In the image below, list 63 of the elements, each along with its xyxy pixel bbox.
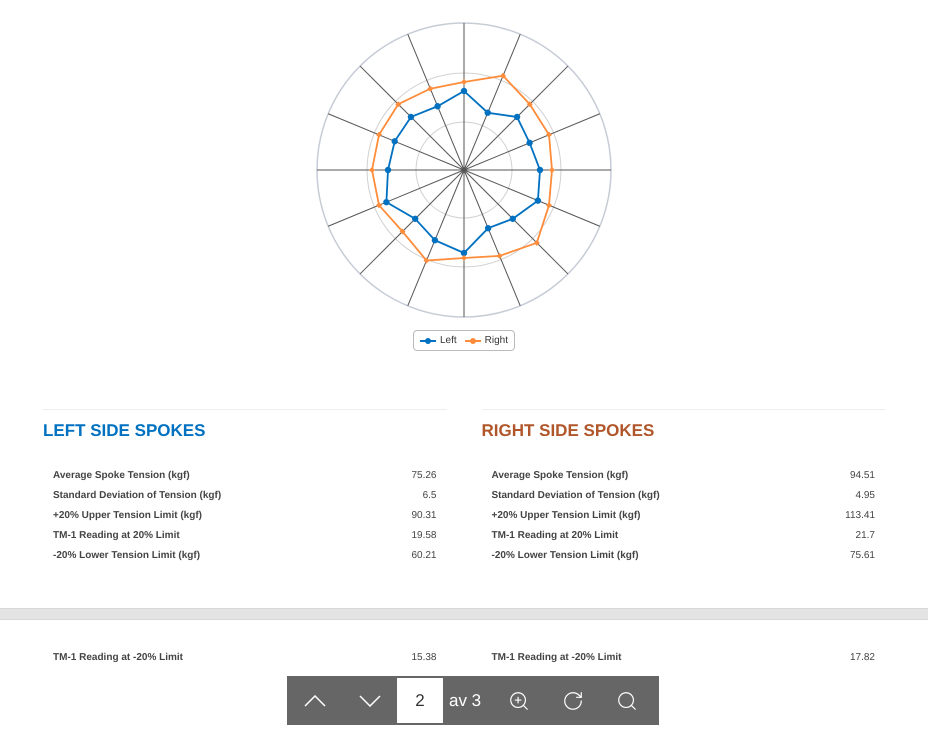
row-label: +20% Upper Tension Limit (kgf) [53,509,202,523]
data-point [412,216,418,222]
legend-label: Left [440,334,457,348]
legend-label: Right [484,334,508,348]
search-icon [616,690,638,712]
row-value: 75.26 [411,469,436,483]
section-title: RIGHT SIDE SPOKES [482,420,656,442]
data-point [514,114,520,120]
data-point [536,166,544,174]
row-label: -20% Lower Tension Limit (kgf) [492,549,639,563]
data-point [408,114,414,120]
data-point [534,240,540,246]
data-point [434,103,441,110]
data-point [392,138,398,144]
row-value: 94.51 [850,469,875,483]
row-label: TM-1 Reading at -20% Limit [492,650,622,664]
data-point [384,166,392,174]
row-value: 75.61 [850,549,875,563]
row-value: 15.38 [411,650,436,664]
data-point [461,79,467,85]
data-point [526,140,533,146]
data-point [484,225,492,232]
data-point [460,88,468,94]
row-label: Average Spoke Tension (kgf) [492,469,628,483]
data-point [496,252,503,259]
row-value: 113.41 [845,509,875,523]
data-point [424,258,430,264]
data-point [526,101,533,108]
row-value: 17.82 [850,650,875,664]
data-point [546,202,552,208]
section-title: LEFT SIDE SPOKES [43,420,206,442]
data-point [395,101,402,108]
data-point [484,110,491,116]
row-value: 90.31 [411,509,436,523]
row-label: TM-1 Reading at -20% Limit [53,650,184,664]
zoom-in-icon [508,690,530,712]
row-label: -20% Lower Tension Limit (kgf) [53,549,200,563]
page-total: av 3 [449,690,482,712]
chevron-up-icon [304,694,326,706]
row-label: Standard Deviation of Tension (kgf) [53,489,222,503]
row-label: +20% Upper Tension Limit (kgf) [492,509,640,523]
data-point [432,237,438,244]
data-point [369,167,375,173]
data-point [534,197,542,204]
data-point [427,86,434,92]
data-point [510,216,516,222]
data-point [500,72,506,79]
page-number-field[interactable]: 2 [397,678,443,723]
row-value: 4.95 [856,489,875,503]
row-value: 21.7 [856,529,875,543]
rotate-icon [562,690,584,712]
row-value: 6.5 [422,489,436,503]
row-value: 60.21 [411,549,436,563]
data-point [399,228,406,235]
row-label: TM-1 Reading at 20% Limit [492,529,618,543]
data-point [549,167,555,173]
row-label: Average Spoke Tension (kgf) [53,469,190,483]
chevron-down-icon [358,694,380,706]
row-value: 19.58 [411,529,436,543]
data-point [546,132,552,138]
row-label: TM-1 Reading at 20% Limit [53,529,180,543]
data-point [376,132,382,138]
row-label: Standard Deviation of Tension (kgf) [492,489,660,503]
